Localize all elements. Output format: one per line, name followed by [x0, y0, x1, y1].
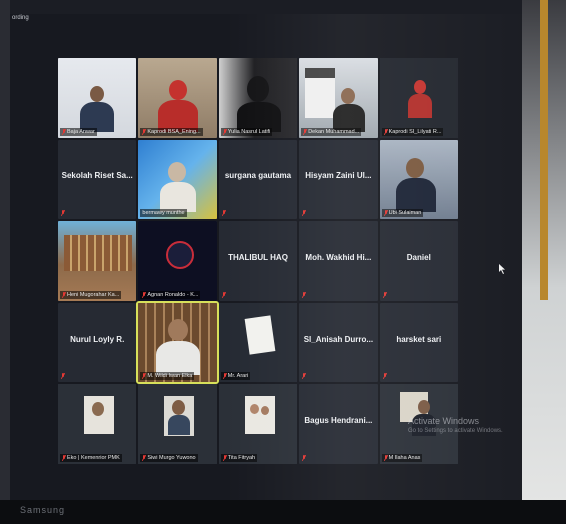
door-frame [540, 0, 548, 300]
muted-mic-icon [61, 373, 65, 380]
participant-name: Mr. Arari [227, 373, 249, 380]
muted-mic-icon [62, 454, 66, 461]
participant-tile[interactable]: Nurul Loyly R. [58, 302, 137, 383]
muted-mic-icon [142, 454, 147, 461]
participant-name: Dekan Muhammad... [308, 128, 360, 135]
video-feed [379, 58, 458, 138]
window-title: ording [12, 15, 29, 21]
participant-name: Kaprodi SI_Lilyati R... [388, 128, 442, 135]
participant-name: Heni Mugorahar Ka... [67, 291, 120, 298]
muted-mic-icon [142, 373, 147, 380]
muted-mic-icon [62, 291, 66, 298]
participant-name: bermawy munthe [142, 210, 185, 217]
participant-name: Moh. Wakhid Hi... [305, 253, 372, 263]
participant-tile[interactable]: Eko | Kemenrior PMK [58, 384, 137, 464]
video-feed [138, 302, 217, 383]
video-feed [218, 302, 298, 383]
participant-tile[interactable]: Siwi Murgo Yuwono [138, 384, 217, 464]
participant-tile[interactable]: Yulia Nasrul Latifi [218, 58, 298, 138]
participant-tile[interactable]: Ubi Sulaiman [379, 139, 458, 220]
participant-tile[interactable]: Sekolah Riset Sa... [58, 139, 137, 220]
muted-mic-icon [383, 210, 388, 217]
participant-tile[interactable]: Kaprodi SI_Lilyati R... [379, 58, 458, 138]
participant-tile[interactable]: Dekan Muhammad... [299, 58, 378, 138]
video-feed [299, 58, 378, 138]
participant-name: Nurul Loyly R. [70, 334, 125, 344]
participant-name: M Ilaha Anas [388, 454, 421, 461]
activate-windows-subtitle: Go to Settings to activate Windows. [408, 428, 503, 434]
muted-mic-icon [142, 291, 147, 298]
video-feed [138, 384, 217, 464]
monitor-brand: Samsung [20, 505, 66, 515]
muted-mic-icon [302, 210, 307, 217]
monitor-bezel [0, 500, 566, 524]
muted-mic-icon [222, 128, 227, 135]
participant-name: THALIBUL HAQ [228, 253, 288, 263]
participant-name: Agnan Ronaldo - K... [147, 291, 199, 298]
participant-tile[interactable]: harsket sari [379, 302, 458, 383]
muted-mic-icon [302, 291, 307, 298]
muted-mic-icon [221, 210, 226, 217]
participant-tile[interactable]: Kaprodi BSA_Ening... [138, 58, 217, 138]
video-feed [218, 58, 298, 138]
video-feed [138, 221, 217, 301]
participant-name: Bagus Hendrani... [304, 416, 373, 426]
video-feed [58, 58, 137, 138]
participant-name: Eko | Kemenrior PMK [67, 454, 120, 461]
mouse-cursor-icon [499, 264, 505, 274]
participant-tile[interactable]: Tita Fitryah [218, 384, 298, 464]
muted-mic-icon [382, 291, 387, 298]
zoom-screen: ording Baja Anwar Kaprodi BSA_Ening... Y… [10, 14, 522, 500]
participant-tile[interactable]: surgana gautama [218, 139, 298, 220]
participant-tile[interactable]: Heni Mugorahar Ka... [58, 221, 137, 301]
participant-name: M. Wildi Iwan Elka [147, 373, 193, 380]
room-background-right [522, 0, 566, 524]
video-feed [58, 384, 137, 464]
participant-name: Yulia Nasrul Latifi [227, 128, 271, 135]
muted-mic-icon [222, 454, 227, 461]
participant-tile[interactable]: Daniel [379, 221, 458, 301]
participant-name: Hisyam Zaini Ul... [305, 171, 372, 181]
participant-name: Tita Fitryah [227, 454, 256, 461]
participant-tile[interactable]: Sl_Anisah Durro... [299, 302, 378, 383]
participant-name: Siwi Murgo Yuwono [147, 454, 196, 461]
participant-name: harsket sari [396, 334, 442, 344]
muted-mic-icon [383, 454, 388, 461]
video-feed [379, 139, 458, 220]
video-feed [138, 58, 217, 138]
participant-name: Sekolah Riset Sa... [61, 171, 133, 181]
participant-tile[interactable]: Baja Anwar [58, 58, 137, 138]
participant-name: Sl_Anisah Durro... [303, 334, 374, 344]
muted-mic-icon [302, 373, 307, 380]
gallery-view: Baja Anwar Kaprodi BSA_Ening... Yulia Na… [58, 58, 458, 464]
participant-tile[interactable]: Hisyam Zaini Ul... [299, 139, 378, 220]
participant-tile[interactable]: Moh. Wakhid Hi... [299, 221, 378, 301]
muted-mic-icon [302, 454, 307, 461]
muted-mic-icon [221, 291, 226, 298]
muted-mic-icon [142, 128, 147, 135]
participant-name: Baja Anwar [67, 128, 95, 135]
muted-mic-icon [222, 373, 227, 380]
participant-tile[interactable]: bermawy munthe [138, 139, 217, 220]
muted-mic-icon [382, 373, 387, 380]
participant-tile[interactable]: THALIBUL HAQ [218, 221, 298, 301]
muted-mic-icon [303, 128, 308, 135]
participant-tile[interactable]: Bagus Hendrani... [299, 384, 378, 464]
participant-name: Daniel [406, 253, 431, 263]
video-feed [58, 221, 137, 301]
room-background-left [0, 0, 10, 524]
activate-windows-title: Activate Windows [408, 416, 480, 426]
participant-tile[interactable]: Mr. Arari [218, 302, 298, 383]
participant-name: surgana gautama [224, 171, 292, 181]
participant-tile[interactable]: Agnan Ronaldo - K... [138, 221, 217, 301]
muted-mic-icon [383, 128, 388, 135]
participant-tile[interactable]: M. Wildi Iwan Elka [136, 300, 219, 385]
participant-name: Ubi Sulaiman [388, 210, 422, 217]
muted-mic-icon [61, 210, 65, 217]
participant-name: Kaprodi BSA_Ening... [147, 128, 201, 135]
video-feed [218, 384, 298, 464]
muted-mic-icon [62, 128, 66, 135]
video-feed [138, 139, 217, 220]
